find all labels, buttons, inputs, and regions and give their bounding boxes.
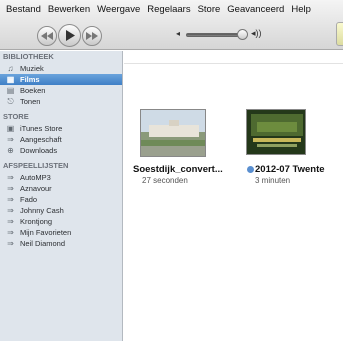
sidebar-item-johnny-cash[interactable]: ⇒ Johnny Cash bbox=[0, 205, 122, 216]
menu-store[interactable]: Store bbox=[195, 4, 224, 15]
sidebar-item-label: Aangeschaft bbox=[20, 135, 62, 144]
play-icon bbox=[65, 30, 75, 41]
menu-weergave[interactable]: Weergave bbox=[94, 4, 143, 15]
sidebar-item-neil-diamond[interactable]: ⇒ Neil Diamond bbox=[0, 238, 122, 249]
playlist-icon: ⇒ bbox=[7, 239, 14, 248]
sidebar-item-automp3[interactable]: ⇒ AutoMP3 bbox=[0, 172, 122, 183]
section-afspeellijsten: AFSPEELLIJSTEN bbox=[3, 161, 69, 170]
sidebar-item-muziek[interactable]: ♫ Muziek bbox=[0, 63, 122, 74]
sidebar: BIBLIOTHEEK ♫ Muziek ▦ Films ▤ Boeken ⎋ Tone… bbox=[0, 51, 123, 341]
movie-title[interactable]: 2012-07 Twente bbox=[247, 164, 325, 175]
menu-help[interactable]: Help bbox=[288, 4, 314, 15]
sidebar-item-mijn-favorieten[interactable]: ⇒ Mijn Favorieten bbox=[0, 227, 122, 238]
bell-icon: ⎋ bbox=[7, 97, 14, 106]
status-display bbox=[336, 22, 343, 46]
rewind-icon bbox=[41, 32, 53, 40]
music-note-icon: ♫ bbox=[7, 64, 14, 73]
download-icon: ⊕ bbox=[7, 146, 14, 155]
book-icon: ▤ bbox=[6, 86, 15, 95]
sidebar-item-label: Krontjong bbox=[20, 217, 53, 226]
section-bibliotheek: BIBLIOTHEEK bbox=[3, 52, 54, 61]
movie-thumbnail[interactable] bbox=[140, 109, 206, 157]
volume-knob[interactable] bbox=[237, 29, 248, 40]
toolbar: Bestand Bewerken Weergave Regelaars Stor… bbox=[0, 0, 343, 50]
movie-title-text: 2012-07 Twente bbox=[255, 164, 325, 175]
playlist-icon: ⇒ bbox=[7, 173, 14, 182]
sidebar-item-films[interactable]: ▦ Films bbox=[0, 74, 122, 85]
sidebar-item-label: Downloads bbox=[20, 146, 58, 155]
sidebar-item-label: Tonen bbox=[20, 97, 41, 106]
menu-regelaars[interactable]: Regelaars bbox=[144, 4, 193, 15]
sidebar-item-label: iTunes Store bbox=[20, 124, 63, 133]
sidebar-item-label: Aznavour bbox=[20, 184, 52, 193]
sidebar-item-label: Neil Diamond bbox=[20, 239, 66, 248]
store-icon: ▣ bbox=[6, 124, 15, 133]
sidebar-item-label: Fado bbox=[20, 195, 38, 204]
twente-thumbnail-image bbox=[247, 110, 305, 154]
menu-bar: Bestand Bewerken Weergave Regelaars Stor… bbox=[0, 0, 343, 18]
sidebar-item-label: Mijn Favorieten bbox=[20, 228, 72, 237]
fast-forward-icon bbox=[86, 32, 98, 40]
movie-grid: Soestdijk_convert... 27 seconden 2012-07… bbox=[124, 51, 343, 341]
volume-high-icon: ◂)) bbox=[251, 28, 262, 38]
play-button[interactable] bbox=[58, 24, 81, 47]
divider bbox=[124, 63, 343, 64]
next-button[interactable] bbox=[82, 26, 102, 46]
menu-geavanceerd[interactable]: Geavanceerd bbox=[224, 4, 287, 15]
sidebar-item-fado[interactable]: ⇒ Fado bbox=[0, 194, 122, 205]
sidebar-item-label: Films bbox=[20, 75, 40, 84]
sidebar-item-krontjong[interactable]: ⇒ Krontjong bbox=[0, 216, 122, 227]
sidebar-item-aangeschaft[interactable]: ⇒ Aangeschaft bbox=[0, 134, 122, 145]
volume-low-icon: ◂ bbox=[176, 29, 181, 38]
playlist-icon: ⇒ bbox=[7, 217, 14, 226]
movie-duration: 3 minuten bbox=[255, 176, 291, 185]
palace-thumbnail-image bbox=[141, 110, 205, 156]
sidebar-item-boeken[interactable]: ▤ Boeken bbox=[0, 85, 122, 96]
sidebar-item-label: AutoMP3 bbox=[20, 173, 51, 182]
previous-button[interactable] bbox=[37, 26, 57, 46]
sidebar-item-label: Muziek bbox=[20, 64, 44, 73]
playlist-icon: ⇒ bbox=[7, 195, 14, 204]
menu-bestand[interactable]: Bestand bbox=[3, 4, 44, 15]
playlist-icon: ⇒ bbox=[7, 135, 14, 144]
sidebar-item-label: Johnny Cash bbox=[20, 206, 64, 215]
sidebar-item-tonen[interactable]: ⎋ Tonen bbox=[0, 96, 122, 107]
film-icon: ▦ bbox=[6, 75, 15, 84]
menu-bewerken[interactable]: Bewerken bbox=[45, 4, 93, 15]
sidebar-item-label: Boeken bbox=[20, 86, 46, 95]
volume-slider[interactable] bbox=[186, 33, 244, 37]
playlist-icon: ⇒ bbox=[7, 206, 14, 215]
movie-thumbnail[interactable] bbox=[246, 109, 306, 155]
playlist-icon: ⇒ bbox=[7, 228, 14, 237]
sidebar-item-itunes-store[interactable]: ▣ iTunes Store bbox=[0, 123, 122, 134]
section-store: STORE bbox=[3, 112, 29, 121]
sidebar-item-downloads[interactable]: ⊕ Downloads bbox=[0, 145, 122, 156]
movie-duration: 27 seconden bbox=[142, 176, 188, 185]
icloud-icon bbox=[247, 165, 254, 173]
playlist-icon: ⇒ bbox=[7, 184, 14, 193]
sidebar-item-aznavour[interactable]: ⇒ Aznavour bbox=[0, 183, 122, 194]
movie-title[interactable]: Soestdijk_convert... bbox=[133, 164, 223, 175]
